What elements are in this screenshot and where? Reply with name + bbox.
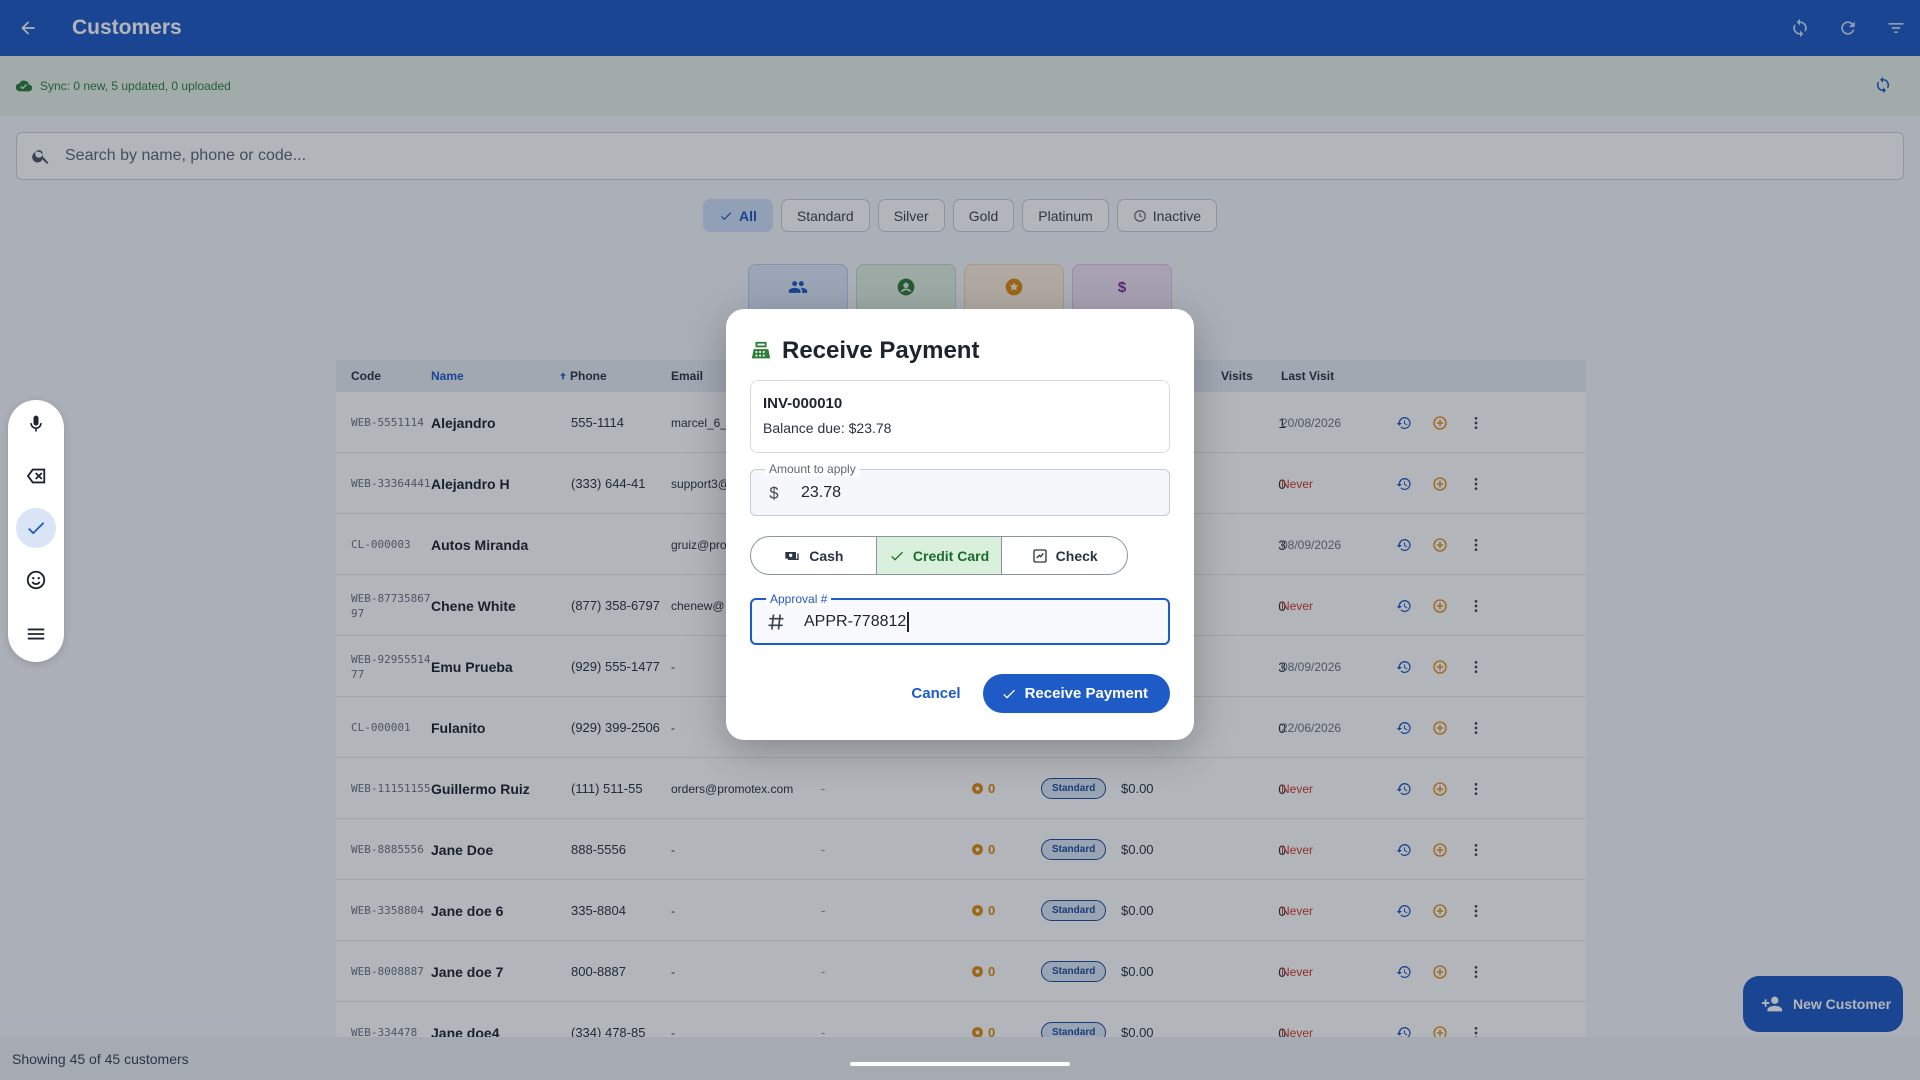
dollar-icon: $ [769, 484, 778, 502]
svg-text:$: $ [769, 484, 778, 502]
hash-icon [768, 613, 784, 630]
payment-method-selector: Cash Credit Card Check [750, 536, 1128, 575]
balance-due: Balance due: $23.78 [763, 420, 892, 436]
voice-input-button[interactable] [16, 404, 56, 444]
invoice-number: INV-000010 [763, 395, 843, 412]
method-cash-button[interactable]: Cash [751, 537, 877, 574]
cancel-button[interactable]: Cancel [911, 685, 960, 702]
keyboard-menu-button[interactable] [16, 614, 56, 654]
cash-register-icon [751, 341, 771, 359]
backspace-icon [26, 468, 46, 484]
check-icon [28, 522, 45, 535]
approval-value: APPR-778812 [804, 611, 909, 632]
microphone-icon [30, 415, 42, 432]
backspace-button[interactable] [16, 456, 56, 496]
emoji-icon [26, 570, 46, 590]
receive-payment-button[interactable]: Receive Payment [982, 674, 1170, 713]
dialog-title: Receive Payment [782, 337, 980, 364]
method-credit-card-button[interactable]: Credit Card [876, 537, 1003, 574]
dialog-actions: Cancel Receive Payment [911, 674, 1170, 713]
receive-payment-dialog: Receive Payment INV-000010 Balance due: … [726, 309, 1194, 740]
cash-icon [785, 551, 799, 560]
home-indicator[interactable] [850, 1062, 1070, 1066]
check-icon [891, 551, 903, 561]
dialog-header: Receive Payment [750, 337, 979, 365]
amount-field[interactable]: Amount to apply $ 23.78 [750, 462, 1170, 516]
emoji-button[interactable] [16, 560, 56, 600]
amount-label: Amount to apply [765, 462, 860, 476]
amount-value: 23.78 [801, 483, 842, 501]
keyboard-toolbar [8, 400, 64, 662]
approval-label: Approval # [766, 592, 832, 606]
check-icon [1002, 689, 1015, 699]
approval-number-field[interactable]: Approval # APPR-778812 [750, 592, 1170, 645]
text-cursor [907, 611, 909, 632]
done-key-button[interactable] [16, 508, 56, 548]
cheque-icon [1032, 548, 1047, 563]
method-check-button[interactable]: Check [1002, 537, 1127, 574]
invoice-summary: INV-000010 Balance due: $23.78 [750, 380, 1170, 453]
menu-icon [27, 628, 45, 640]
